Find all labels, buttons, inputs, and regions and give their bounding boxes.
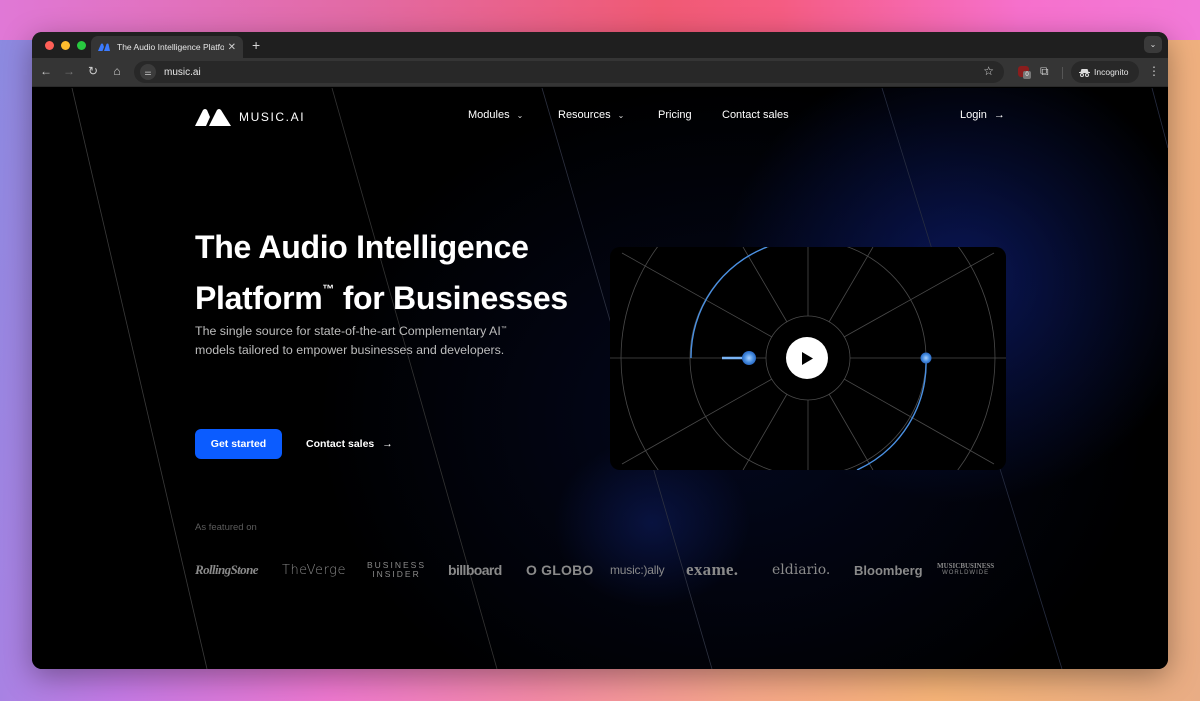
logo-billboard: billboard — [448, 562, 502, 578]
logo-music-business-worldwide: MUSICBUSINESS WORLDWIDE — [937, 558, 994, 582]
logo-the-verge: TheVerge — [282, 562, 346, 578]
logo-exame: exame. — [686, 560, 739, 579]
tab-strip: The Audio Intelligence Platfor ✕ + ⌄ — [32, 32, 1168, 58]
address-bar[interactable]: ⚌ music.ai ☆ — [134, 61, 1004, 83]
close-tab-icon[interactable]: ✕ — [228, 42, 236, 53]
logo-business-insider: BUSINESS INSIDER — [367, 558, 426, 582]
tab-search-button[interactable]: ⌄ — [1144, 36, 1162, 53]
page-viewport: MUSIC.AI Modules ⌄ Resources ⌄ Pricing C… — [32, 88, 1168, 669]
site-info-icon[interactable]: ⚌ — [140, 64, 156, 80]
browser-toolbar: ← → ↻ ⌂ ⚌ music.ai ☆ 0 ⧉ Incognito ⋮ — [32, 58, 1168, 87]
logo-o-globo: O GLOBO — [526, 562, 594, 578]
incognito-label: Incognito — [1094, 67, 1129, 77]
tab-title: The Audio Intelligence Platfor — [117, 42, 224, 52]
close-window-button[interactable] — [45, 41, 54, 50]
url-text[interactable]: music.ai — [164, 67, 201, 78]
reload-icon[interactable]: ↻ — [85, 64, 101, 78]
new-tab-button[interactable]: + — [252, 37, 260, 53]
extension-badge: 0 — [1023, 71, 1031, 79]
toolbar-divider — [1062, 67, 1063, 79]
home-icon[interactable]: ⌂ — [109, 64, 125, 78]
logo-rolling-stone: RollingStone — [195, 562, 258, 577]
bookmark-star-icon[interactable]: ☆ — [983, 64, 994, 78]
tab-active[interactable]: The Audio Intelligence Platfor ✕ — [91, 36, 243, 58]
browser-window: The Audio Intelligence Platfor ✕ + ⌄ ← →… — [32, 32, 1168, 669]
logo-music-ally: music:)ally — [610, 563, 665, 577]
maximize-window-button[interactable] — [77, 41, 86, 50]
logo-mbw-line1: MUSICBUSINESS — [937, 562, 995, 570]
playhead-handle[interactable] — [742, 351, 756, 365]
browser-menu-icon[interactable]: ⋮ — [1148, 64, 1160, 78]
logo-mbw-line2: WORLDWIDE — [942, 570, 990, 576]
extensions-puzzle-icon[interactable]: ⧉ — [1040, 64, 1049, 79]
back-icon[interactable]: ← — [38, 64, 54, 78]
minimize-window-button[interactable] — [61, 41, 70, 50]
incognito-profile-button[interactable]: Incognito — [1071, 61, 1139, 83]
forward-icon[interactable]: → — [61, 64, 77, 78]
extension-shield-icon[interactable]: 0 — [1018, 66, 1031, 79]
play-button[interactable] — [786, 337, 828, 379]
favicon-icon — [98, 42, 112, 52]
logo-business-insider-line2: INSIDER — [372, 569, 421, 579]
featured-label: As featured on — [195, 522, 257, 533]
marker-dot[interactable] — [920, 352, 932, 364]
incognito-icon — [1079, 68, 1090, 77]
logo-eldiario: eldiario. — [772, 562, 831, 578]
logo-bloomberg: Bloomberg — [854, 562, 923, 578]
window-controls — [45, 41, 86, 50]
play-icon — [802, 351, 813, 365]
